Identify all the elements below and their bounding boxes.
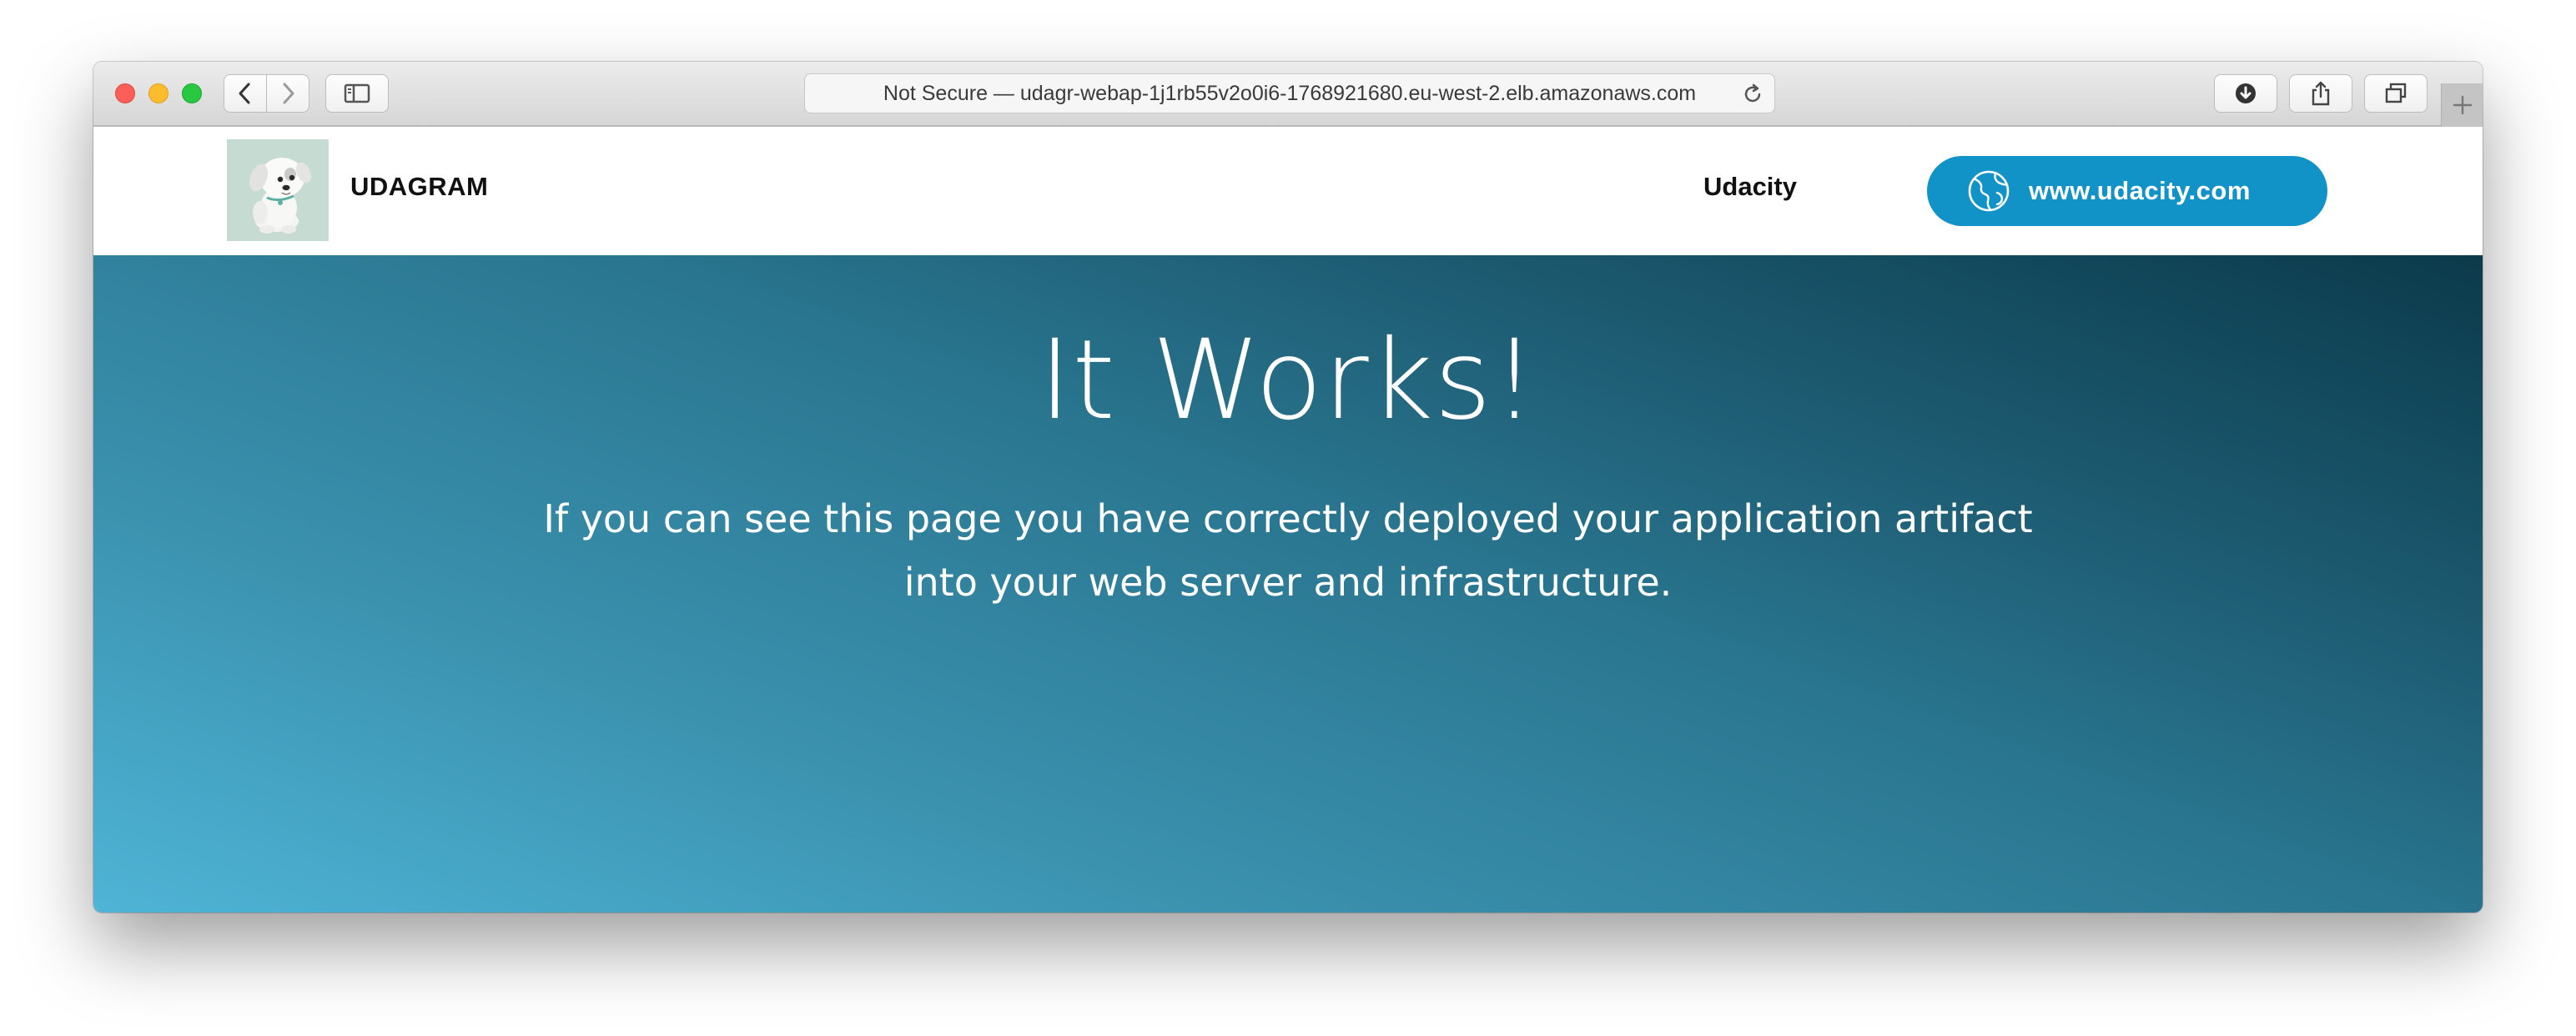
minimize-window-button[interactable] bbox=[148, 83, 169, 103]
reload-icon[interactable] bbox=[1741, 83, 1764, 106]
udacity-website-button[interactable]: www.udacity.com bbox=[1927, 156, 2327, 226]
chevron-left-icon bbox=[239, 83, 250, 104]
maximize-window-button[interactable] bbox=[182, 83, 202, 103]
chevron-right-icon bbox=[283, 83, 294, 104]
browser-toolbar: Not Secure — udagr-webap-1j1rb55v2o0i6-1… bbox=[93, 62, 2483, 127]
address-bar-text: Not Secure — udagr-webap-1j1rb55v2o0i6-1… bbox=[883, 81, 1697, 105]
site-header: UDAGRAM Udacity www.udacity.com bbox=[93, 127, 2483, 255]
globe-icon bbox=[1968, 170, 2010, 212]
forward-button[interactable] bbox=[266, 74, 309, 113]
dog-illustration bbox=[249, 158, 312, 234]
hero-subtitle: If you can see this page you have correc… bbox=[543, 496, 2033, 605]
download-icon bbox=[2236, 83, 2256, 103]
new-tab-button[interactable] bbox=[2441, 83, 2483, 127]
udacity-website-label: www.udacity.com bbox=[2029, 176, 2251, 205]
sidebar-button[interactable] bbox=[325, 74, 389, 113]
share-button[interactable] bbox=[2289, 74, 2352, 113]
downloads-button[interactable] bbox=[2214, 74, 2277, 113]
close-window-button[interactable] bbox=[115, 83, 135, 103]
brand-name[interactable]: UDAGRAM bbox=[350, 172, 488, 202]
tab-overview-button[interactable] bbox=[2364, 74, 2428, 113]
dog-logo[interactable] bbox=[227, 139, 329, 241]
nav-link-udacity[interactable]: Udacity bbox=[1703, 172, 1797, 202]
hero-title: It Works! bbox=[1039, 316, 1537, 445]
back-button[interactable] bbox=[224, 74, 267, 113]
address-bar[interactable]: Not Secure — udagr-webap-1j1rb55v2o0i6-1… bbox=[804, 73, 1775, 113]
plus-icon bbox=[2453, 95, 2472, 115]
sidebar-icon bbox=[344, 83, 370, 103]
browser-window: Not Secure — udagr-webap-1j1rb55v2o0i6-1… bbox=[93, 62, 2483, 913]
share-icon bbox=[2312, 81, 2330, 106]
hero-section: It Works! If you can see this page you h… bbox=[93, 255, 2483, 913]
tab-overview-icon bbox=[2385, 83, 2407, 103]
